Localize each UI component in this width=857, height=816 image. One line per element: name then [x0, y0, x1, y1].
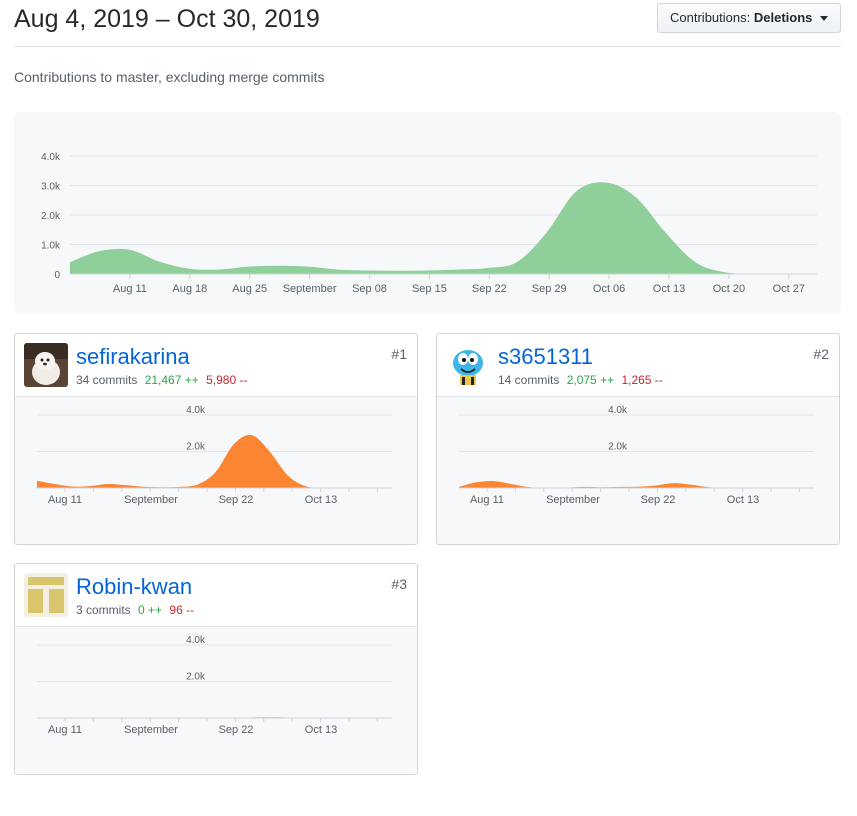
contributor-stats: 14 commits 2,075 ++ 1,265 --: [498, 373, 663, 387]
x-tick-label: Aug 11: [113, 283, 147, 295]
commit-count: 34 commits: [76, 373, 138, 387]
x-tick-label: Oct 13: [653, 283, 685, 295]
contributor-card: s3651311 14 commits 2,075 ++ 1,265 -- #2…: [436, 333, 840, 545]
x-tick-label: Aug 11: [470, 494, 504, 506]
contributor-chart: 2.0k 4.0k Aug 11 September Sep 22 Oct 13: [437, 397, 839, 544]
x-tick-label: Oct 06: [593, 283, 625, 295]
y-tick-label: 2.0k: [608, 442, 628, 453]
deletions-count: 5,980 --: [206, 373, 248, 387]
avatar[interactable]: [24, 343, 68, 387]
caret-down-icon: [820, 16, 828, 22]
contributor-chart-svg: 2.0k 4.0k Aug 11 September Sep 22 Oct 13: [459, 405, 814, 506]
additions-count: 21,467 ++: [144, 373, 199, 387]
x-tick-label: Sep 22: [472, 283, 507, 295]
x-tick-label: Oct 13: [727, 494, 759, 506]
additions-count: 0 ++: [138, 603, 163, 617]
commit-count: 14 commits: [498, 373, 560, 387]
contributor-username-link[interactable]: s3651311: [498, 344, 593, 370]
x-tick-label: Sep 08: [352, 283, 387, 295]
contributor-stats: 34 commits 21,467 ++ 5,980 --: [76, 373, 247, 387]
contributor-rank: #2: [813, 346, 829, 362]
y-tick-label: 4.0k: [608, 405, 628, 416]
contributions-value: Deletions: [753, 10, 813, 25]
avatar[interactable]: [24, 573, 68, 617]
contributions-chart-svg: 0 1.0k 2.0k 3.0k 4.0k Aug 11 Aug 18 Aug 25 Septe…: [41, 152, 817, 295]
x-tick-label: Oct 13: [305, 724, 337, 736]
y-tick-label: 4.0k: [41, 152, 61, 163]
x-tick-label: Oct 13: [305, 494, 337, 506]
contributor-card-header: sefirakarina 34 commits 21,467 ++ 5,980 …: [15, 334, 417, 397]
contributor-card-header: s3651311 14 commits 2,075 ++ 1,265 -- #2: [437, 334, 839, 397]
deletions-count: 1,265 --: [621, 373, 663, 387]
y-tick-label: 4.0k: [186, 405, 206, 416]
x-tick-label: Aug 11: [48, 724, 82, 736]
contributor-rank: #1: [391, 346, 407, 362]
contributor-chart-svg: 2.0k 4.0k Aug 11 September Sep 22 Oct 13: [37, 405, 392, 506]
contributor-area: [459, 480, 799, 489]
page-header: Aug 4, 2019 – Oct 30, 2019 Contributions…: [14, 0, 841, 47]
additions-count: 2,075 ++: [566, 373, 615, 387]
deletions-count: 96 --: [169, 603, 195, 617]
contributor-username-link[interactable]: sefirakarina: [76, 344, 190, 370]
y-tick-label: 2.0k: [186, 442, 206, 453]
contributor-chart: 2.0k 4.0k Aug 11 September Sep 22 Oct 13: [15, 397, 417, 544]
x-tick-label: Aug 11: [48, 494, 82, 506]
x-tick-label: September: [283, 283, 337, 295]
x-tick-label: Oct 27: [773, 283, 805, 295]
x-tick-label: September: [124, 724, 178, 736]
y-tick-label: 2.0k: [41, 211, 61, 222]
y-tick-label: 1.0k: [41, 241, 61, 252]
x-tick-label: September: [124, 494, 178, 506]
contributions-area: [70, 182, 815, 274]
contributor-chart-svg: 2.0k 4.0k Aug 11 September Sep 22 Oct 13: [37, 635, 392, 736]
contributor-card: Robin-kwan 3 commits 0 ++ 96 -- #3 2.0k 4…: [14, 563, 418, 775]
contributor-rank: #3: [391, 576, 407, 592]
x-tick-label: Aug 18: [172, 283, 207, 295]
date-range-title: Aug 4, 2019 – Oct 30, 2019: [14, 5, 320, 33]
y-tick-label: 3.0k: [41, 182, 61, 193]
y-tick-label: 0: [54, 270, 60, 281]
contributor-stats: 3 commits 0 ++ 96 --: [76, 603, 194, 617]
contributions-type-select[interactable]: Contributions: Deletions: [657, 3, 841, 33]
x-tick-label: Oct 20: [713, 283, 745, 295]
contributions-label: Contributions:: [670, 10, 751, 25]
x-tick-label: Sep 15: [412, 283, 447, 295]
contributor-username-link[interactable]: Robin-kwan: [76, 574, 192, 600]
contributor-area: [37, 434, 377, 489]
x-tick-label: Sep 22: [219, 724, 254, 736]
commit-count: 3 commits: [76, 603, 131, 617]
x-tick-label: Sep 22: [641, 494, 676, 506]
x-tick-label: September: [546, 494, 600, 506]
x-tick-label: Sep 29: [532, 283, 567, 295]
graph-subtitle: Contributions to master, excluding merge…: [14, 69, 325, 85]
contributor-card: sefirakarina 34 commits 21,467 ++ 5,980 …: [14, 333, 418, 545]
y-tick-label: 4.0k: [186, 635, 206, 646]
x-tick-label: Sep 22: [219, 494, 254, 506]
contributions-chart: 0 1.0k 2.0k 3.0k 4.0k Aug 11 Aug 18 Aug 25 Septe…: [14, 112, 841, 313]
y-tick-label: 2.0k: [186, 672, 206, 683]
contributor-card-header: Robin-kwan 3 commits 0 ++ 96 -- #3: [15, 564, 417, 627]
x-tick-label: Aug 25: [232, 283, 267, 295]
contributor-chart: 2.0k 4.0k Aug 11 September Sep 22 Oct 13: [15, 627, 417, 774]
avatar[interactable]: [446, 343, 490, 387]
